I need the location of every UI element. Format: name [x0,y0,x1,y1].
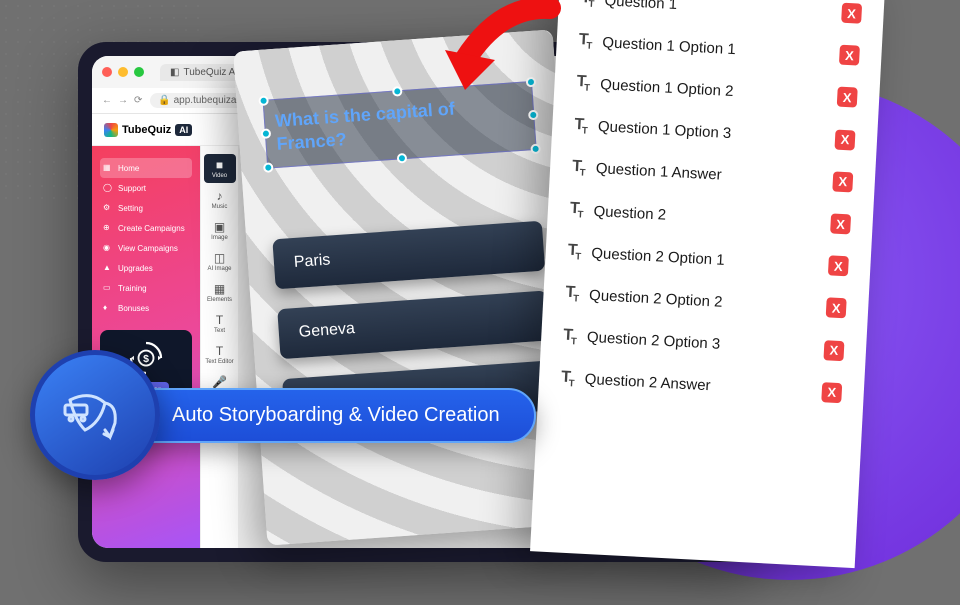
sidebar-item-upgrades[interactable]: ▲Upgrades [100,258,192,278]
text-item-icon: TT [567,242,580,263]
reload-icon[interactable]: ⟳ [134,95,142,106]
delete-icon[interactable]: X [832,171,853,192]
questions-panel: TTQuestion 1X TTQuestion 1 Option 1X TTQ… [530,0,885,568]
eye-icon: ◉ [103,243,113,253]
elements-icon: ▦ [204,282,236,296]
tool-ai-image[interactable]: ◫AI Image [204,247,236,276]
text-item-icon: TT [578,31,591,52]
tool-text[interactable]: TText [204,309,236,338]
sidebar-item-support[interactable]: ◯Support [100,178,192,198]
delete-icon[interactable]: X [826,298,847,319]
plus-icon: ⊕ [103,223,113,233]
panel-row[interactable]: TTQuestion 2 Option 3X [541,325,867,362]
back-icon[interactable]: ← [102,95,112,106]
image-icon: ▣ [204,220,236,234]
sidebar-item-setting[interactable]: ⚙Setting [100,198,192,218]
sidebar: ▦Home ◯Support ⚙Setting ⊕Create Campaign… [92,146,200,548]
panel-row[interactable]: TTQuestion 1 Option 3X [552,114,878,151]
feature-banner: Auto Storyboarding & Video Creation [120,388,536,443]
app-logo[interactable]: TubeQuizAI [104,123,192,137]
tool-elements[interactable]: ▦Elements [204,278,236,307]
music-icon: ♪ [204,189,236,203]
delete-icon[interactable]: X [834,129,855,150]
toolbar: ■Video ♪Music ▣Image ◫AI Image ▦Elements… [200,146,238,548]
delete-icon[interactable]: X [837,87,858,108]
feature-badge-icon [30,350,160,480]
delete-icon[interactable]: X [828,256,849,277]
gear-icon: ⚙ [103,203,113,213]
resize-handle[interactable] [392,86,403,97]
resize-handle[interactable] [261,129,272,140]
tab-title: TubeQuiz AI [183,67,238,78]
text-item-icon: TT [561,368,574,389]
video-icon: ■ [204,158,236,172]
book-icon: ▭ [103,283,113,293]
sidebar-item-create[interactable]: ⊕Create Campaigns [100,218,192,238]
text-item-icon: TT [574,115,587,136]
sidebar-item-training[interactable]: ▭Training [100,278,192,298]
text-item-icon: TT [565,284,578,305]
text-item-icon: TT [580,0,593,10]
delete-icon[interactable]: X [830,213,851,234]
delete-icon[interactable]: X [823,340,844,361]
text-icon: T [204,313,236,327]
text-item-icon: TT [569,200,582,221]
panel-row[interactable]: TTQuestion 2X [547,199,873,236]
text-item-icon: TT [563,326,576,347]
panel-row[interactable]: TTQuestion 1 Option 2X [554,72,880,109]
panel-row[interactable]: TTQuestion 1 Option 1X [556,30,882,67]
sidebar-item-bonuses[interactable]: ♦Bonuses [100,298,192,318]
gift-icon: ♦ [103,303,113,313]
sidebar-item-view[interactable]: ◉View Campaigns [100,238,192,258]
help-icon: ◯ [103,183,113,193]
ai-image-icon: ◫ [204,251,236,265]
tool-video[interactable]: ■Video [204,154,236,183]
text-item-icon: TT [576,73,589,94]
text-item-icon: TT [572,158,585,179]
panel-row[interactable]: TTQuestion 1 AnswerX [550,156,876,193]
delete-icon[interactable]: X [841,3,862,24]
forward-icon[interactable]: → [118,95,128,106]
sidebar-item-home[interactable]: ▦Home [100,158,192,178]
logo-icon [104,123,118,137]
tool-image[interactable]: ▣Image [204,216,236,245]
feature-badge: Auto Storyboarding & Video Creation [30,350,536,480]
up-icon: ▲ [103,263,113,273]
tool-music[interactable]: ♪Music [204,185,236,214]
grid-icon: ▦ [103,163,113,173]
panel-row[interactable]: TTQuestion 2 AnswerX [539,367,865,404]
resize-handle[interactable] [258,95,269,106]
panel-row[interactable]: TTQuestion 2 Option 1X [545,241,871,278]
delete-icon[interactable]: X [821,382,842,403]
panel-row[interactable]: TTQuestion 2 Option 2X [543,283,869,320]
panel-row[interactable]: TTQuestion 1X [559,0,885,25]
option-geneva[interactable]: Geneva [277,290,550,359]
traffic-lights[interactable] [102,67,144,77]
delete-icon[interactable]: X [839,45,860,66]
